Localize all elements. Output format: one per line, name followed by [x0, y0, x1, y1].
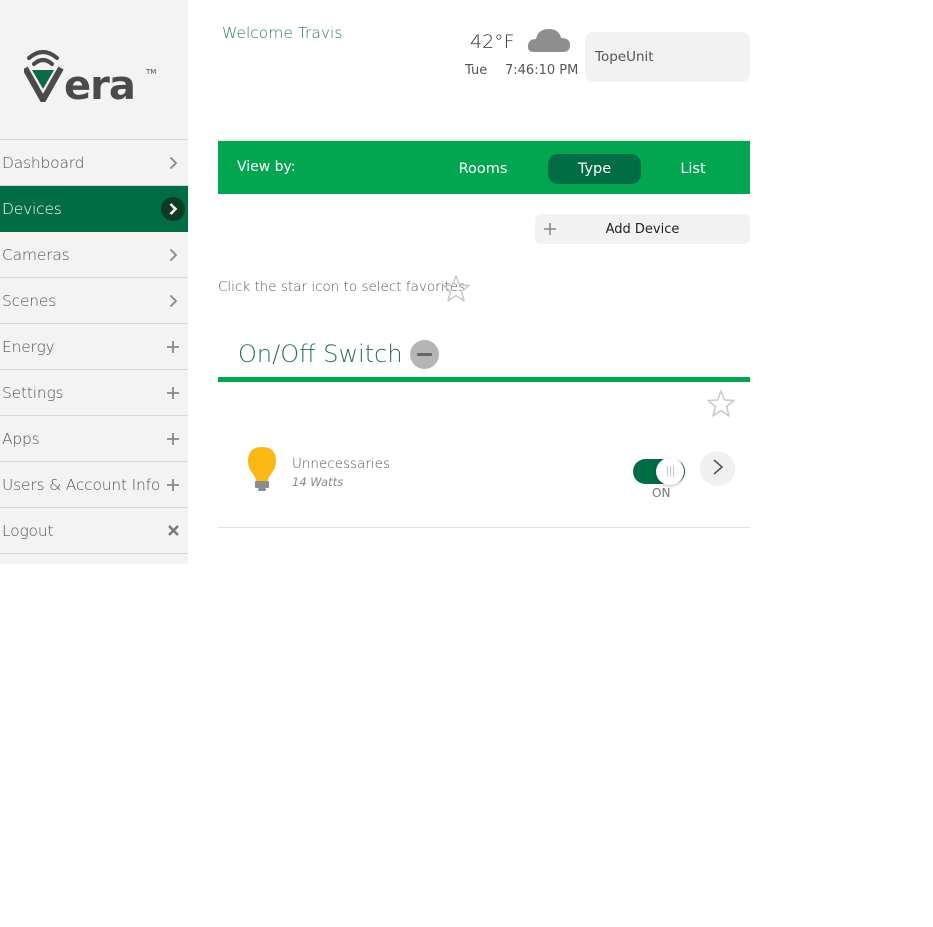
- cloud-icon: [526, 26, 572, 58]
- category-underline: [218, 377, 750, 382]
- device-details-button[interactable]: [700, 451, 735, 486]
- sidebar-nav: Dashboard Devices Cameras Scenes Energy: [0, 139, 188, 554]
- sidebar-item-devices[interactable]: Devices: [0, 186, 188, 232]
- svg-text:TM: TM: [145, 68, 156, 76]
- plus-icon: [166, 432, 180, 446]
- tab-label: Type: [577, 161, 612, 177]
- sidebar-item-label: Cameras: [2, 245, 70, 264]
- sidebar-item-dashboard[interactable]: Dashboard: [0, 140, 188, 186]
- welcome-message: Welcome Travis: [222, 24, 343, 42]
- svg-text:era: era: [64, 63, 135, 102]
- plus-icon: [543, 221, 557, 240]
- sidebar-item-users-account-info[interactable]: Users & Account Info: [0, 462, 188, 508]
- sidebar-item-label: Scenes: [2, 291, 57, 310]
- temperature: 42°F: [470, 31, 515, 53]
- add-device-button[interactable]: Add Device: [535, 214, 750, 244]
- vera-logo-icon: era TM: [24, 50, 156, 102]
- favorites-hint: Click the star icon to select favorites: [218, 279, 466, 295]
- sidebar-item-apps[interactable]: Apps: [0, 416, 188, 462]
- row-divider: [218, 527, 750, 528]
- tab-label: Rooms: [458, 161, 508, 177]
- sidebar-item-label: Devices: [2, 199, 62, 218]
- category-favorite-star-icon[interactable]: [706, 389, 736, 423]
- chevron-right-icon: [166, 248, 180, 262]
- light-bulb-icon: [246, 446, 278, 496]
- device-power-toggle[interactable]: [633, 458, 685, 485]
- sidebar-item-label: Energy: [2, 337, 55, 356]
- chevron-right-icon: [166, 156, 180, 170]
- sidebar-item-label: Apps: [2, 429, 40, 448]
- plus-icon: [166, 386, 180, 400]
- plus-icon: [166, 340, 180, 354]
- tab-rooms[interactable]: Rooms: [443, 154, 523, 184]
- chevron-right-icon: [161, 196, 185, 221]
- unit-selector[interactable]: TopeUnit: [585, 32, 750, 82]
- tab-type[interactable]: Type: [548, 154, 641, 184]
- time-label: 7:46:10 PM: [505, 63, 579, 78]
- sidebar-item-settings[interactable]: Settings: [0, 370, 188, 416]
- tab-list[interactable]: List: [653, 154, 733, 184]
- sidebar-item-cameras[interactable]: Cameras: [0, 232, 188, 278]
- vera-logo[interactable]: era TM: [0, 0, 188, 139]
- chevron-right-icon: [166, 294, 180, 308]
- star-icon[interactable]: [441, 274, 471, 308]
- toggle-state-label: ON: [652, 486, 671, 500]
- sidebar-item-label: Users & Account Info: [2, 475, 161, 494]
- category-title: On/Off Switch: [238, 340, 403, 368]
- sidebar-item-logout[interactable]: Logout: [0, 508, 188, 554]
- device-power: 14 Watts: [292, 475, 344, 489]
- chevron-right-icon: [712, 458, 724, 480]
- view-by-bar: View by: Rooms Type List: [218, 141, 750, 194]
- view-by-label: View by:: [237, 159, 296, 175]
- sidebar-item-energy[interactable]: Energy: [0, 324, 188, 370]
- close-icon: [166, 524, 180, 538]
- sidebar-item-label: Logout: [2, 521, 54, 540]
- collapse-category-button[interactable]: [410, 340, 439, 369]
- tab-label: List: [680, 161, 706, 177]
- add-device-label: Add Device: [605, 221, 680, 237]
- day-label: Tue: [465, 63, 488, 78]
- plus-icon: [166, 478, 180, 492]
- sidebar-item-scenes[interactable]: Scenes: [0, 278, 188, 324]
- unit-name: TopeUnit: [595, 49, 654, 65]
- sidebar: era TM Dashboard Devices Cameras Scenes: [0, 0, 188, 564]
- sidebar-item-label: Dashboard: [2, 153, 85, 172]
- toggle-knob[interactable]: [656, 458, 684, 485]
- device-name[interactable]: Unnecessaries: [292, 456, 390, 472]
- sidebar-item-label: Settings: [2, 383, 64, 402]
